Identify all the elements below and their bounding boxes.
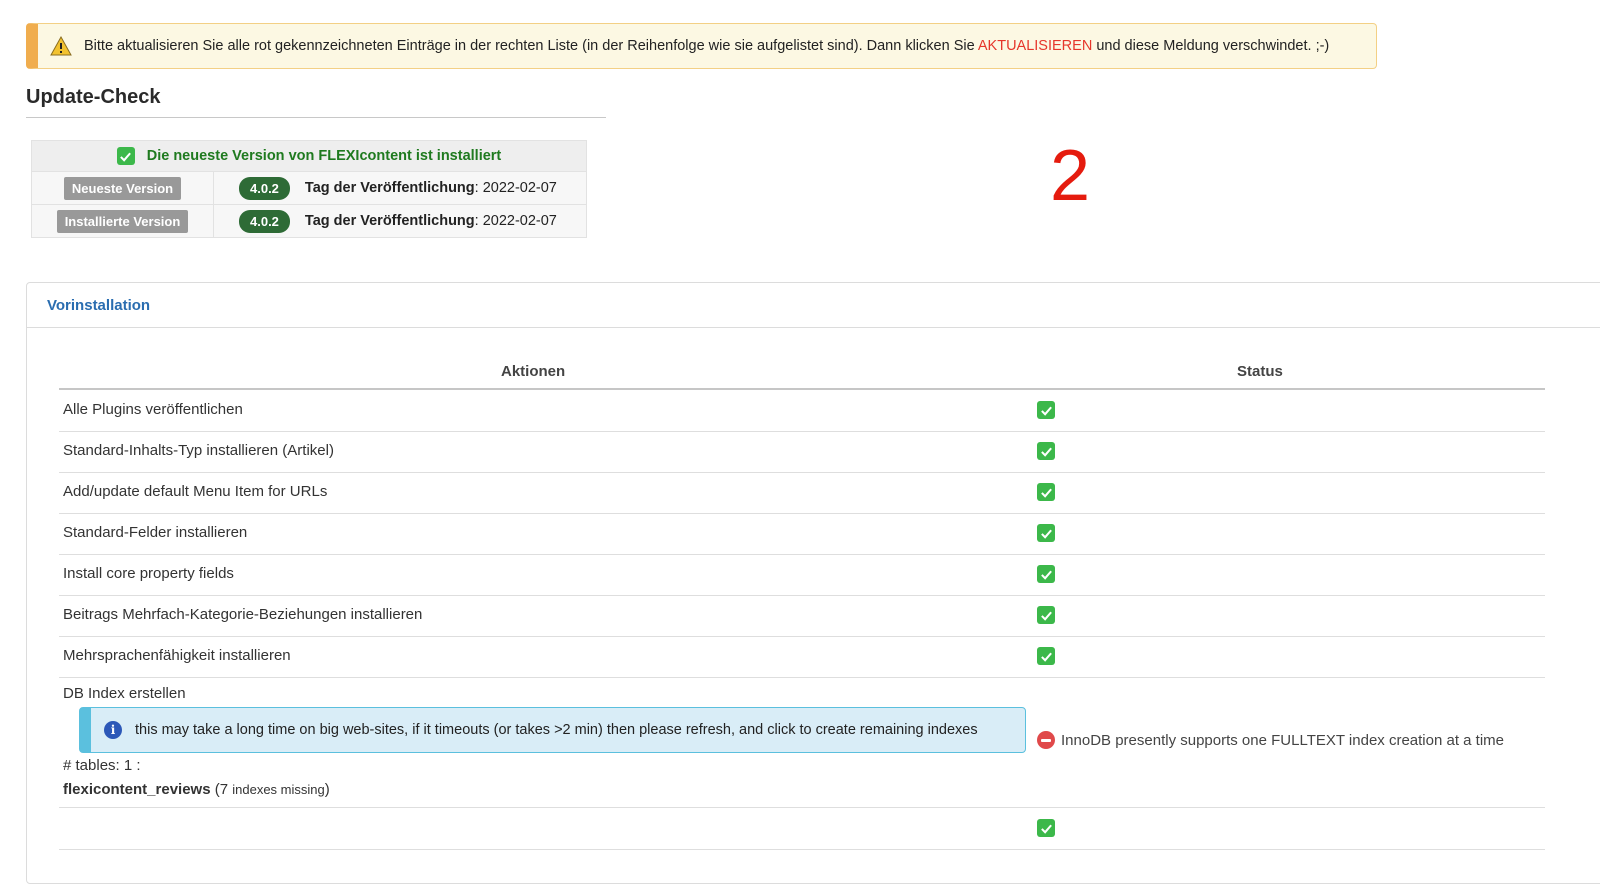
check-icon	[1037, 524, 1055, 542]
db-index-label: DB Index erstellen	[63, 685, 186, 702]
table-row: Standard-Inhalts-Typ installieren (Artik…	[59, 431, 1545, 473]
info-alert: i this may take a long time on big web-s…	[79, 707, 1026, 753]
panel-title[interactable]: Vorinstallation	[47, 297, 150, 314]
version-table: Die neueste Version von FLEXIcontent ist…	[31, 140, 587, 238]
update-check-title: Update-Check	[26, 86, 161, 108]
update-link-text: AKTUALISIEREN	[977, 38, 1093, 54]
title-divider	[26, 117, 606, 118]
table-row	[59, 808, 1545, 850]
panel-divider	[27, 327, 1600, 328]
warning-text: Bitte aktualisieren Sie alle rot gekennz…	[84, 38, 1330, 54]
version-label: Neueste Version	[63, 176, 182, 200]
release-label: Tag der Veröffentlichung	[304, 180, 475, 196]
warning-icon	[50, 36, 72, 56]
error-icon	[1037, 731, 1055, 749]
db-index-status[interactable]: InnoDB presently supports one FULLTEXT i…	[1037, 731, 1504, 749]
table-row: Add/update default Menu Item for URLs	[59, 472, 1545, 514]
check-icon	[1037, 565, 1055, 583]
version-row-latest: Neueste Version 4.0.2 Tag der Veröffentl…	[32, 171, 586, 204]
column-header-status: Status	[1237, 363, 1283, 380]
table-row: Install core property fields	[59, 554, 1545, 596]
column-header-actions: Aktionen	[501, 363, 566, 380]
release-date: 2022-02-07	[482, 180, 557, 196]
check-icon	[1037, 647, 1055, 665]
version-badge: 4.0.2	[239, 176, 290, 200]
release-date: 2022-02-07	[482, 213, 557, 229]
version-badge: 4.0.2	[239, 209, 290, 233]
check-icon	[116, 147, 135, 165]
release-label: Tag der Veröffentlichung	[304, 213, 475, 229]
check-icon	[1037, 606, 1055, 624]
table-row: Beitrags Mehrfach-Kategorie-Beziehungen …	[59, 595, 1545, 637]
check-icon	[1037, 819, 1055, 837]
version-status: Die neueste Version von FLEXIcontent ist…	[32, 141, 586, 171]
annotation-number: 2	[1050, 136, 1091, 216]
info-icon: i	[104, 721, 122, 739]
table-row: Mehrsprachenfähigkeit installieren	[59, 636, 1545, 678]
table-row: Standard-Felder installieren	[59, 513, 1545, 555]
version-row-installed: Installierte Version 4.0.2 Tag der Veröf…	[32, 204, 586, 237]
check-icon	[1037, 401, 1055, 419]
version-label: Installierte Version	[56, 209, 189, 233]
table-row: Alle Plugins veröffentlichen	[59, 390, 1545, 432]
tables-count: # tables: 1 :	[63, 757, 141, 774]
warning-alert: Bitte aktualisieren Sie alle rot gekennz…	[26, 23, 1377, 69]
table-missing-info: flexicontent_reviews (7 indexes missing)	[63, 781, 330, 798]
check-icon	[1037, 442, 1055, 460]
check-icon	[1037, 483, 1055, 501]
table-name: flexicontent_reviews	[63, 781, 211, 798]
